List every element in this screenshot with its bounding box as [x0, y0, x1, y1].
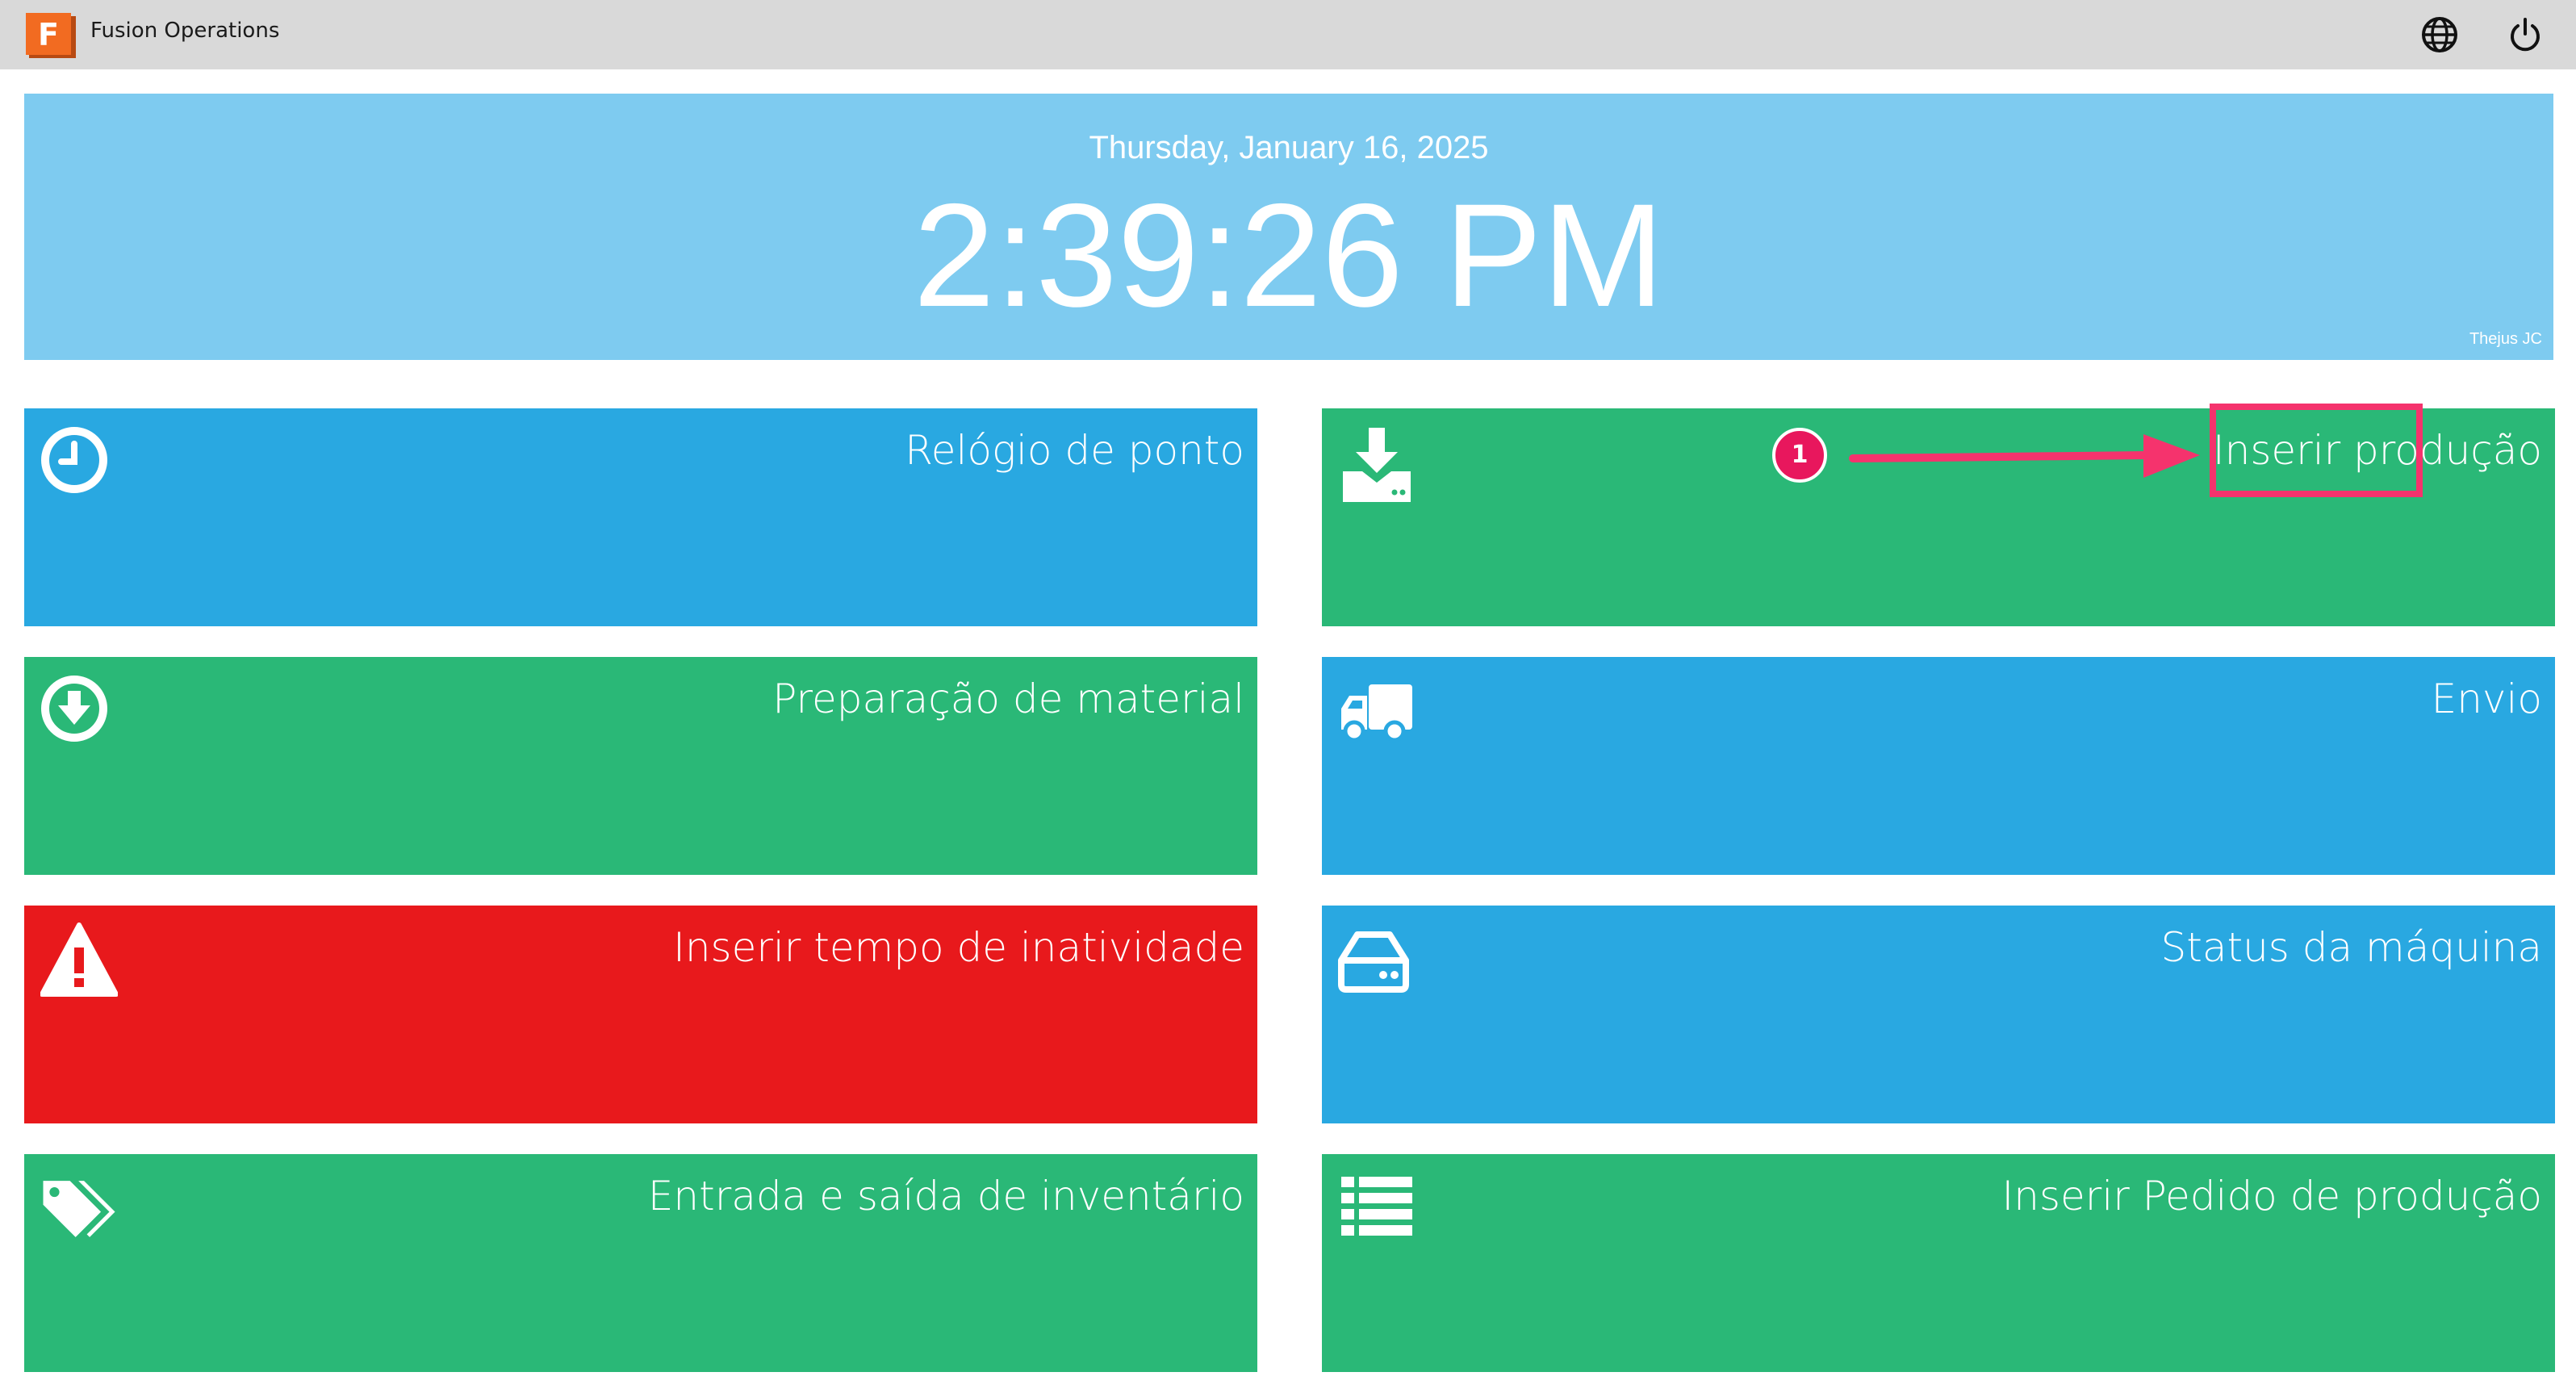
clock-panel: Thursday, January 16, 2025 2:39:26 PM Th… — [24, 94, 2553, 360]
top-bar: F Fusion Operations — [0, 0, 2576, 69]
app-title: Fusion Operations — [90, 19, 280, 43]
tile-label: Inserir tempo de inatividade — [673, 924, 1244, 971]
truck-icon — [1341, 684, 1412, 743]
tile-enter-production-order[interactable]: Inserir Pedido de produção — [1322, 1154, 2555, 1372]
tile-time-clock[interactable]: Relógio de ponto — [24, 408, 1257, 626]
list-icon — [1341, 1177, 1412, 1236]
globe-icon[interactable] — [2419, 15, 2460, 55]
tile-label: Preparação de material — [772, 676, 1244, 722]
clock-icon — [41, 427, 107, 493]
tile-machine-status[interactable]: Status da máquina — [1322, 906, 2555, 1123]
svg-text:F: F — [38, 17, 59, 52]
step-badge: 1 — [1772, 428, 1827, 483]
tile-label: Inserir Pedido de produção — [2001, 1173, 2542, 1219]
warning-icon — [40, 922, 118, 997]
user-name: Thejus JC — [2469, 330, 2542, 348]
tile-enter-downtime[interactable]: Inserir tempo de inatividade — [24, 906, 1257, 1123]
clock-time: 2:39:26 PM — [913, 173, 1665, 337]
tile-label: Entrada e saída de inventário — [647, 1173, 1244, 1219]
clock-date: Thursday, January 16, 2025 — [1089, 130, 1489, 165]
circle-arrow-down-icon — [41, 676, 107, 742]
tags-icon — [43, 1181, 115, 1237]
hard-drive-icon — [1338, 931, 1409, 993]
tile-shipping[interactable]: Envio — [1322, 657, 2555, 875]
tile-material-preparation[interactable]: Preparação de material — [24, 657, 1257, 875]
tile-inventory-in-out[interactable]: Entrada e saída de inventário — [24, 1154, 1257, 1372]
power-icon[interactable] — [2505, 15, 2545, 55]
fusion-logo-icon: F — [26, 13, 76, 58]
annotation-arrow-icon — [1849, 434, 2200, 478]
tile-label: Status da máquina — [2160, 924, 2543, 971]
download-tray-icon — [1343, 428, 1411, 502]
tile-label: Envio — [2431, 676, 2542, 722]
highlight-box — [2210, 404, 2423, 497]
tile-label: Relógio de ponto — [905, 427, 1244, 474]
